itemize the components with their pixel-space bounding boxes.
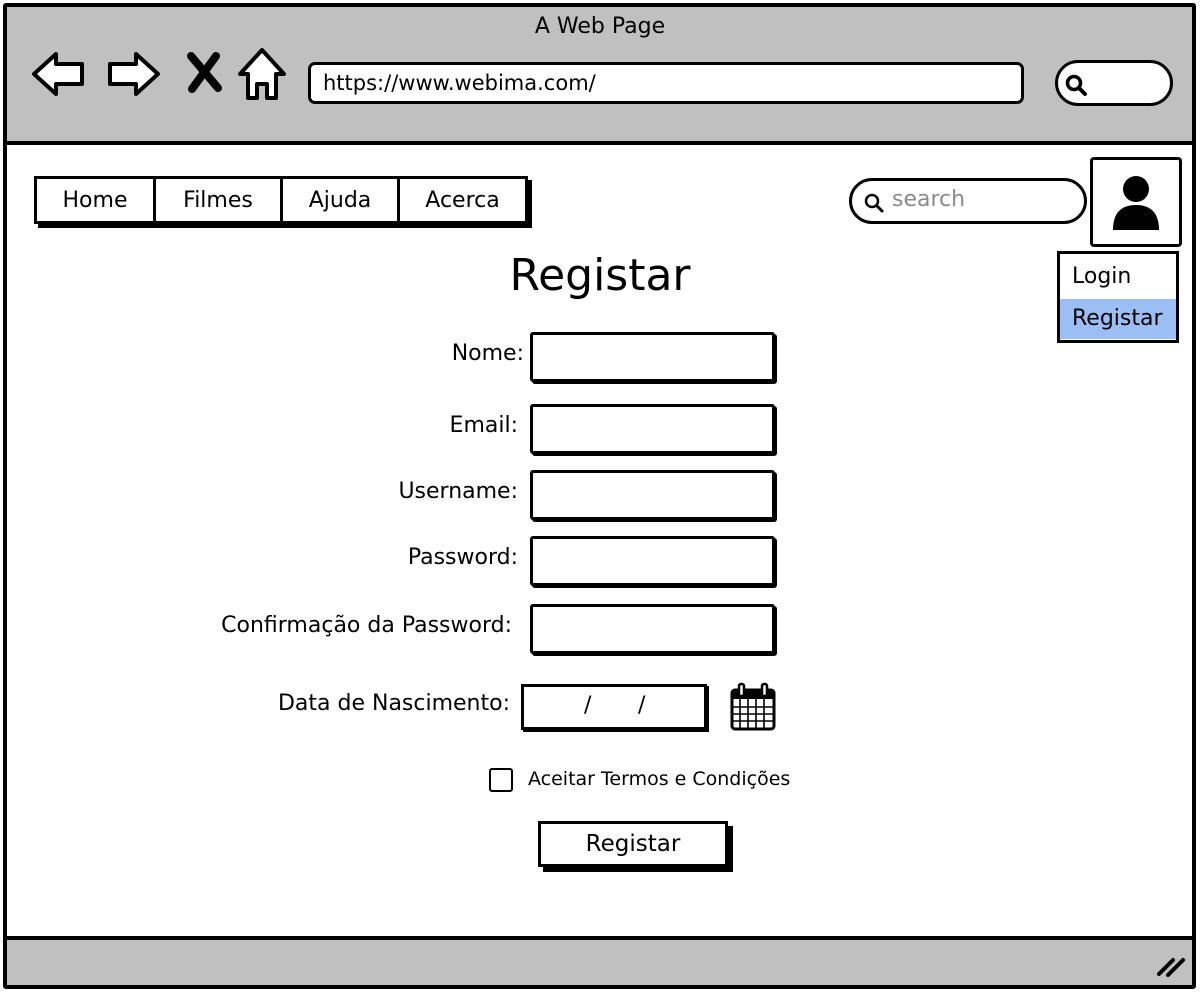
search-icon <box>864 193 884 213</box>
email-field[interactable] <box>530 404 775 454</box>
password-label: Password: <box>407 545 518 570</box>
search-input[interactable]: search <box>849 178 1087 224</box>
forward-arrow-icon[interactable] <box>106 46 162 102</box>
url-text: https://www.webima.com/ <box>323 71 596 95</box>
tab-acerca[interactable]: Acerca <box>400 179 525 221</box>
date-separator: / <box>638 693 646 718</box>
confirm-password-label: Confirmação da Password: <box>221 613 512 638</box>
username-field[interactable] <box>530 470 775 520</box>
window-title: A Web Page <box>534 14 666 39</box>
calendar-icon[interactable] <box>729 682 777 732</box>
url-bar[interactable]: https://www.webima.com/ <box>308 62 1024 104</box>
nome-label: Nome: <box>451 341 524 366</box>
tab-home[interactable]: Home <box>37 179 156 221</box>
tab-ajuda[interactable]: Ajuda <box>283 179 400 221</box>
date-separator: / <box>584 693 592 718</box>
email-label: Email: <box>449 413 518 438</box>
search-icon <box>1065 74 1087 96</box>
register-submit-button[interactable]: Registar <box>538 821 728 867</box>
birth-date-label: Data de Nascimento: <box>277 691 510 716</box>
page-title: Registar <box>509 250 691 301</box>
back-arrow-icon[interactable] <box>30 46 86 102</box>
password-field[interactable] <box>530 536 775 586</box>
resize-grip-icon[interactable] <box>1156 952 1188 978</box>
browser-search-field[interactable] <box>1055 60 1173 106</box>
nav-tab-bar: Home Filmes Ajuda Acerca <box>34 176 528 224</box>
birth-date-field[interactable]: / / <box>521 684 707 730</box>
browser-status-bar <box>7 936 1192 985</box>
home-icon[interactable] <box>234 46 290 102</box>
search-placeholder: search <box>892 187 966 212</box>
user-avatar-icon <box>1113 176 1159 230</box>
user-menu-button[interactable] <box>1090 157 1182 247</box>
menu-item-registar[interactable]: Registar <box>1060 299 1176 339</box>
confirm-password-field[interactable] <box>530 604 775 654</box>
terms-checkbox[interactable] <box>489 768 513 792</box>
tab-filmes[interactable]: Filmes <box>156 179 283 221</box>
terms-label: Aceitar Termos e Condições <box>528 768 791 790</box>
nome-field[interactable] <box>530 332 775 382</box>
username-label: Username: <box>398 479 518 504</box>
close-x-icon[interactable] <box>178 46 234 102</box>
